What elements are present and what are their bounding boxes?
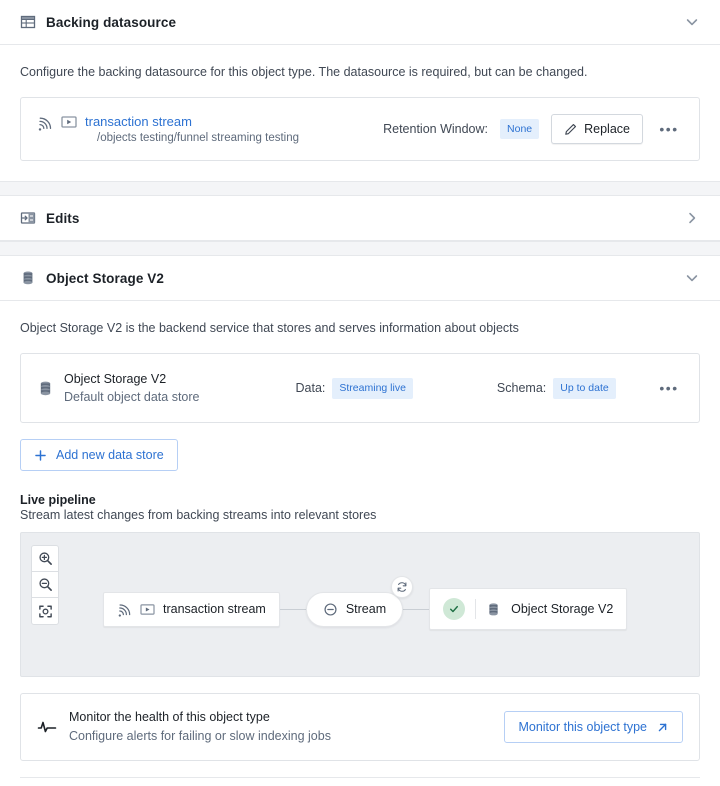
data-label: Data: [295,381,326,396]
database-icon [37,380,54,397]
object-storage-body: Object Storage V2 is the backend service… [0,301,720,786]
pulse-icon [37,717,57,737]
datasource-identity: transaction stream /objects testing/funn… [37,113,299,146]
chevron-down-icon[interactable] [684,14,700,30]
pipeline-edge-source-to-stream [279,608,306,610]
edits-section: Edits [0,196,720,242]
datasource-card: transaction stream /objects testing/funn… [20,97,700,162]
pipeline-stream-label: Stream [345,602,387,617]
monitor-card: Monitor the health of this object type C… [20,693,700,762]
schema-label: Schema: [496,381,547,396]
data-status-badge: Streaming live [332,378,413,399]
video-stream-icon [140,603,155,616]
check-circle-icon [443,598,466,621]
add-new-data-store-button[interactable]: Add new data store [20,439,178,472]
database-icon [486,602,501,617]
data-store-subtitle: Default object data store [64,390,200,405]
section-divider-band-1 [0,181,720,197]
object-type-datasource-page: Backing datasource Configure the backing… [0,0,720,786]
datasource-actions: Retention Window: None Replace ••• [383,114,683,145]
replace-button-label: Replace [584,122,630,137]
edits-title: Edits [46,210,80,226]
live-pipeline-canvas[interactable]: transaction stream Stream Object Storage… [20,532,700,678]
rss-feed-icon [117,602,132,617]
rss-feed-icon [37,115,53,131]
zoom-out-icon[interactable] [32,572,58,599]
backing-datasource-section: Backing datasource Configure the backing… [0,0,720,182]
backing-datasource-body: Configure the backing datasource for thi… [0,45,720,181]
live-pipeline-title: Live pipeline [20,493,96,508]
object-storage-header[interactable]: Object Storage V2 [0,256,720,302]
minus-circle-icon [323,602,338,617]
sync-refresh-icon[interactable] [391,575,414,598]
datasource-more-button[interactable]: ••• [655,115,683,143]
replace-button[interactable]: Replace [551,114,643,145]
data-store-card: Object Storage V2 Default object data st… [20,353,700,424]
edits-header[interactable]: Edits [0,196,720,242]
object-storage-description: Object Storage V2 is the backend service… [20,321,519,336]
data-store-more-button[interactable]: ••• [655,374,683,402]
fit-to-screen-icon[interactable] [32,598,58,624]
pipeline-source-label: transaction stream [163,602,266,617]
pipeline-node-source[interactable]: transaction stream [103,591,280,627]
pipeline-target-label: Object Storage V2 [511,602,614,617]
pencil-icon [564,123,577,136]
monitor-title: Monitor the health of this object type [69,710,270,725]
datasource-path: /objects testing/funnel streaming testin… [97,131,300,144]
monitor-text: Monitor the health of this object type C… [69,709,331,745]
monitor-subtitle: Configure alerts for failing or slow ind… [69,729,331,744]
retention-window-value: None [500,118,540,140]
data-status-group: Data: Streaming live [296,378,413,399]
pipeline-zoom-controls [31,545,59,626]
datasource-name-link[interactable]: transaction stream [85,113,299,130]
backing-datasource-title: Backing datasource [46,14,177,30]
object-storage-title: Object Storage V2 [46,270,164,286]
pipeline-node-stream-wrap: Stream [305,575,414,627]
pipeline-node-stream[interactable]: Stream [305,591,404,627]
add-new-data-store-label: Add new data store [56,448,164,463]
data-store-name: Object Storage V2 [64,372,167,387]
table-icon [20,14,36,30]
chevron-right-icon[interactable] [684,210,700,226]
retention-window-label: Retention Window: [383,122,489,137]
monitor-object-type-button[interactable]: Monitor this object type [504,711,683,744]
monitor-object-type-label: Monitor this object type [518,720,647,735]
backing-datasource-description: Configure the backing datasource for thi… [20,65,588,79]
pipeline-node-target[interactable]: Object Storage V2 [429,588,628,631]
schema-status-group: Schema: Up to date [497,378,616,399]
object-storage-section: Object Storage V2 Object Storage V2 is t… [0,256,720,786]
zoom-in-icon[interactable] [32,546,58,573]
section-divider-band-2 [0,241,720,257]
schema-status-badge: Up to date [553,378,616,399]
video-stream-icon [61,115,77,129]
pipeline-edge-stream-to-target [403,608,430,610]
datasource-text: transaction stream /objects testing/funn… [85,113,299,146]
chevron-down-icon[interactable] [684,270,700,286]
live-pipeline-subtitle: Stream latest changes from backing strea… [20,508,377,523]
data-store-text: Object Storage V2 Default object data st… [64,371,200,405]
pipeline-flow: transaction stream Stream Object Storage… [103,575,628,631]
plus-icon [34,449,47,462]
page-bottom-divider [20,777,700,779]
external-link-icon [656,721,669,734]
edits-icon [20,210,36,226]
node-divider [475,599,477,620]
database-icon [20,270,36,286]
backing-datasource-header[interactable]: Backing datasource [0,0,720,45]
